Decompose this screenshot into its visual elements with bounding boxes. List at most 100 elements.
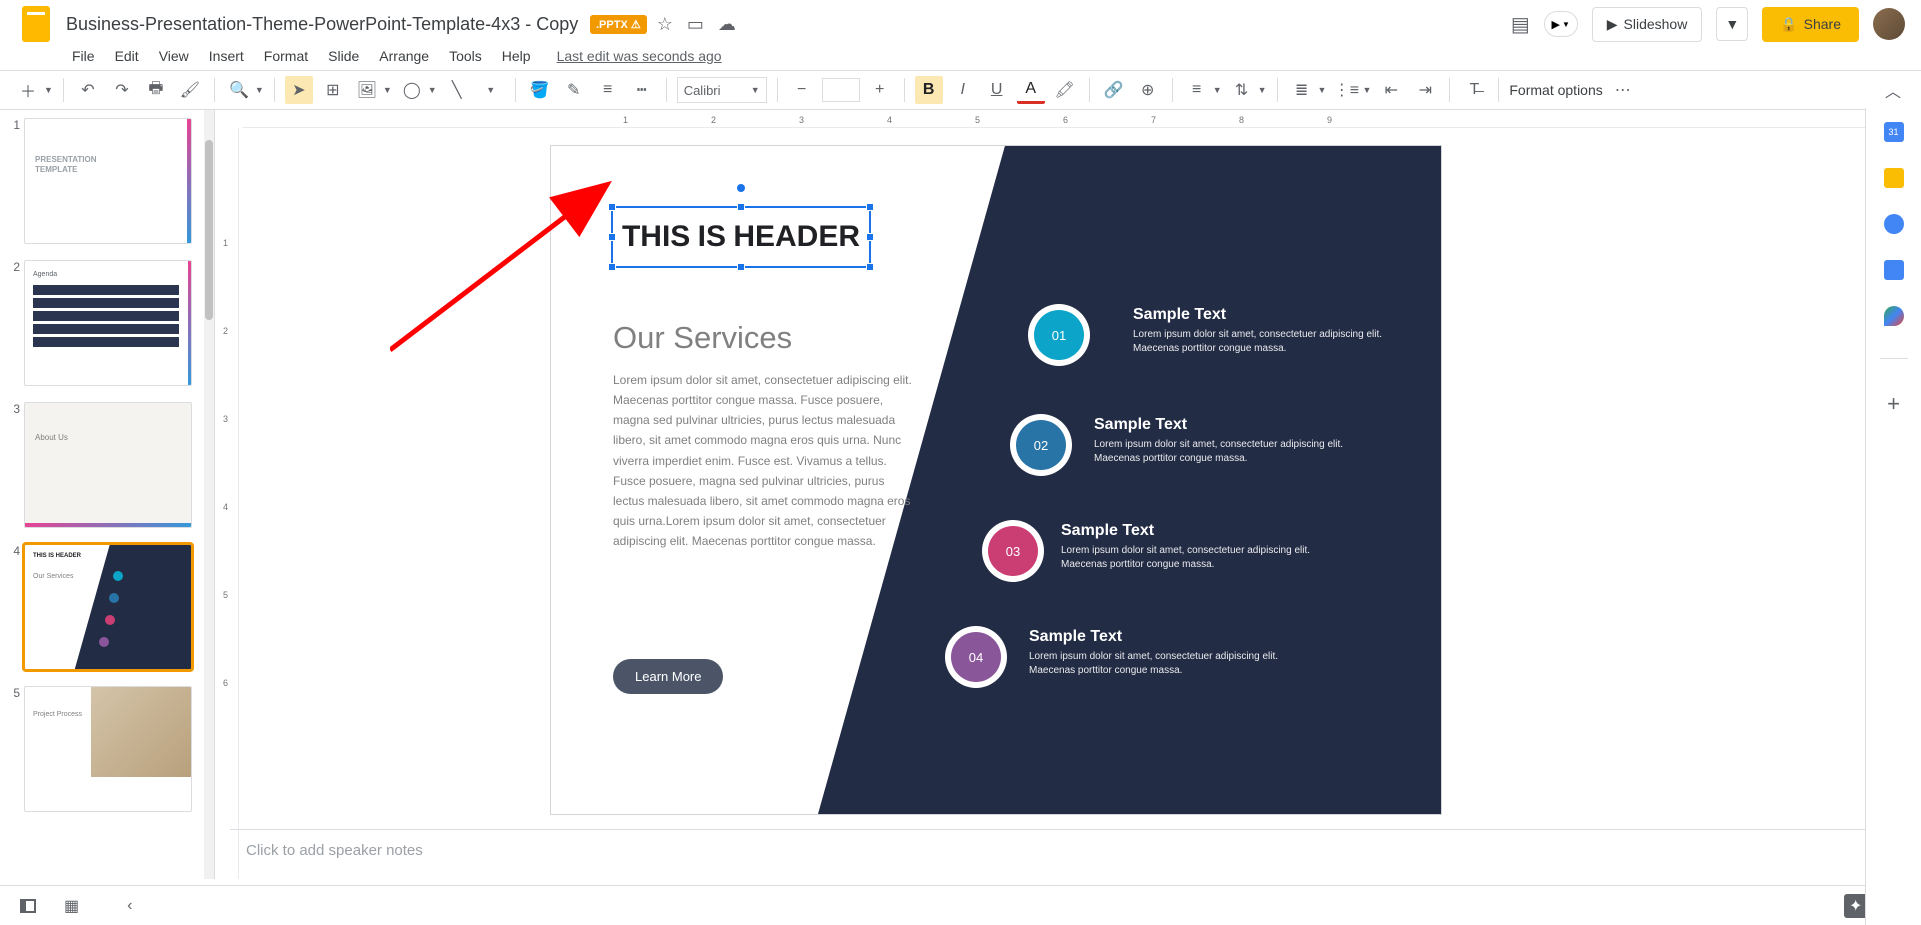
- meet-icon[interactable]: ▶▼: [1544, 11, 1578, 37]
- sample-text-1[interactable]: Sample TextLorem ipsum dolor sit amet, c…: [1133, 306, 1413, 356]
- calendar-icon[interactable]: 31: [1884, 122, 1904, 142]
- border-color-button[interactable]: ✎: [560, 76, 588, 104]
- collapse-toolbar-button[interactable]: ︿: [1879, 76, 1907, 104]
- thumbnail-5[interactable]: Project Process: [24, 686, 192, 812]
- side-panel: 31 +: [1865, 108, 1921, 925]
- text-color-button[interactable]: A: [1017, 76, 1045, 104]
- tasks-icon[interactable]: [1884, 214, 1904, 234]
- menu-edit[interactable]: Edit: [115, 48, 139, 64]
- menu-view[interactable]: View: [159, 48, 189, 64]
- indent-dec-button[interactable]: ⇤: [1377, 76, 1405, 104]
- menu-format[interactable]: Format: [264, 48, 308, 64]
- thumbnail-1[interactable]: PRESENTATIONTEMPLATE: [24, 118, 192, 244]
- sample-text-3[interactable]: Sample TextLorem ipsum dolor sit amet, c…: [1061, 522, 1341, 572]
- italic-button[interactable]: I: [949, 76, 977, 104]
- canvas-area[interactable]: 12 34 56 78 9 12 34 56 THIS IS HEADER Ou…: [215, 110, 1921, 879]
- bulleted-list-button[interactable]: ⋮≡▼: [1332, 76, 1371, 104]
- paint-format-button[interactable]: 🖌: [176, 76, 204, 104]
- thumbnail-3[interactable]: About Us: [24, 402, 192, 528]
- body-text[interactable]: Lorem ipsum dolor sit amet, consectetuer…: [613, 370, 915, 551]
- thumbnail-2[interactable]: Agenda: [24, 260, 192, 386]
- border-dash-button[interactable]: ┅: [628, 76, 656, 104]
- undo-button[interactable]: ↶: [74, 76, 102, 104]
- title-text[interactable]: Our Services: [613, 320, 792, 356]
- underline-button[interactable]: U: [983, 76, 1011, 104]
- align-button[interactable]: ≡▼: [1183, 76, 1222, 104]
- thumbnail-4[interactable]: THIS IS HEADER Our Services: [24, 544, 192, 670]
- thumbnail-panel: 1 PRESENTATIONTEMPLATE 2 Agenda 3 About …: [0, 110, 215, 879]
- new-slide-button[interactable]: ＋▼: [14, 76, 53, 104]
- font-size-input[interactable]: [822, 78, 860, 102]
- circle-02[interactable]: 02: [1016, 420, 1066, 470]
- sample-text-4[interactable]: Sample TextLorem ipsum dolor sit amet, c…: [1029, 628, 1309, 678]
- fill-color-button[interactable]: 🪣: [526, 76, 554, 104]
- comment-button[interactable]: ⊕: [1134, 76, 1162, 104]
- circle-04[interactable]: 04: [951, 632, 1001, 682]
- keep-icon[interactable]: [1884, 168, 1904, 188]
- doc-title-input[interactable]: [66, 14, 586, 35]
- cloud-icon[interactable]: ☁: [718, 14, 736, 35]
- select-tool[interactable]: ➤: [285, 76, 313, 104]
- sample-text-2[interactable]: Sample TextLorem ipsum dolor sit amet, c…: [1094, 416, 1374, 466]
- line-menu[interactable]: ▼: [477, 76, 505, 104]
- highlight-button[interactable]: 🖍: [1051, 76, 1079, 104]
- slide-canvas[interactable]: THIS IS HEADER Our Services Lorem ipsum …: [551, 146, 1441, 814]
- selected-textbox[interactable]: THIS IS HEADER: [611, 206, 871, 268]
- slideshow-dropdown[interactable]: ▼: [1716, 7, 1748, 41]
- add-addon-icon[interactable]: +: [1887, 391, 1900, 417]
- menu-file[interactable]: File: [72, 48, 95, 64]
- learn-more-button[interactable]: Learn More: [613, 659, 723, 694]
- speaker-notes[interactable]: Click to add speaker notes: [230, 829, 1866, 885]
- thumb-number: 2: [4, 260, 24, 386]
- maps-icon[interactable]: [1884, 306, 1904, 326]
- move-icon[interactable]: ▭: [687, 14, 704, 35]
- link-button[interactable]: 🔗: [1100, 76, 1128, 104]
- menu-slide[interactable]: Slide: [328, 48, 359, 64]
- numbered-list-button[interactable]: ≣▼: [1288, 76, 1327, 104]
- thumb-number: 1: [4, 118, 24, 244]
- thumb-number: 5: [4, 686, 24, 812]
- menu-tools[interactable]: Tools: [449, 48, 482, 64]
- textbox-tool[interactable]: ⊞: [319, 76, 347, 104]
- filmstrip-view-icon[interactable]: [20, 899, 36, 913]
- share-button[interactable]: 🔒Share: [1762, 7, 1859, 42]
- indent-inc-button[interactable]: ⇥: [1411, 76, 1439, 104]
- chevron-left-icon[interactable]: ‹: [127, 897, 132, 915]
- font-size-inc[interactable]: +: [866, 76, 894, 104]
- menu-help[interactable]: Help: [502, 48, 531, 64]
- last-edit-link[interactable]: Last edit was seconds ago: [557, 48, 722, 64]
- print-button[interactable]: 🖶: [142, 76, 170, 104]
- thumb-number: 3: [4, 402, 24, 528]
- circle-03[interactable]: 03: [988, 526, 1038, 576]
- header-text[interactable]: THIS IS HEADER: [622, 220, 860, 254]
- contacts-icon[interactable]: [1884, 260, 1904, 280]
- bold-button[interactable]: B: [915, 76, 943, 104]
- font-size-dec[interactable]: −: [788, 76, 816, 104]
- clear-format-button[interactable]: T̶: [1460, 76, 1488, 104]
- line-tool[interactable]: ╲: [443, 76, 471, 104]
- circle-01[interactable]: 01: [1034, 310, 1084, 360]
- pptx-badge[interactable]: .PPTX ⚠: [590, 15, 647, 34]
- shape-tool[interactable]: ◯▼: [398, 76, 437, 104]
- account-avatar[interactable]: [1873, 8, 1905, 40]
- menu-arrange[interactable]: Arrange: [379, 48, 429, 64]
- format-options-button[interactable]: Format options: [1509, 82, 1602, 98]
- comments-icon[interactable]: ▤: [1511, 12, 1530, 37]
- zoom-button[interactable]: 🔍▼: [225, 76, 264, 104]
- font-select[interactable]: Calibri▼: [677, 77, 767, 103]
- slideshow-button[interactable]: ▶Slideshow: [1592, 7, 1703, 42]
- horizontal-ruler: 12 34 56 78 9: [243, 110, 1921, 128]
- border-weight-button[interactable]: ≡: [594, 76, 622, 104]
- vertical-ruler: 12 34 56: [215, 128, 239, 879]
- toolbar: ＋▼ ↶ ↷ 🖶 🖌 🔍▼ ➤ ⊞ 🖼▼ ◯▼ ╲ ▼ 🪣 ✎ ≡ ┅ Cali…: [0, 70, 1921, 110]
- line-spacing-button[interactable]: ⇅▼: [1228, 76, 1267, 104]
- rotate-handle[interactable]: [737, 184, 745, 192]
- more-button[interactable]: ⋯: [1609, 76, 1637, 104]
- thumbnail-scrollbar[interactable]: [204, 110, 214, 879]
- star-icon[interactable]: ☆: [657, 14, 673, 35]
- menu-insert[interactable]: Insert: [209, 48, 244, 64]
- image-tool[interactable]: 🖼▼: [353, 76, 392, 104]
- grid-view-icon[interactable]: ▦: [64, 896, 79, 916]
- redo-button[interactable]: ↷: [108, 76, 136, 104]
- slides-logo[interactable]: [16, 4, 56, 44]
